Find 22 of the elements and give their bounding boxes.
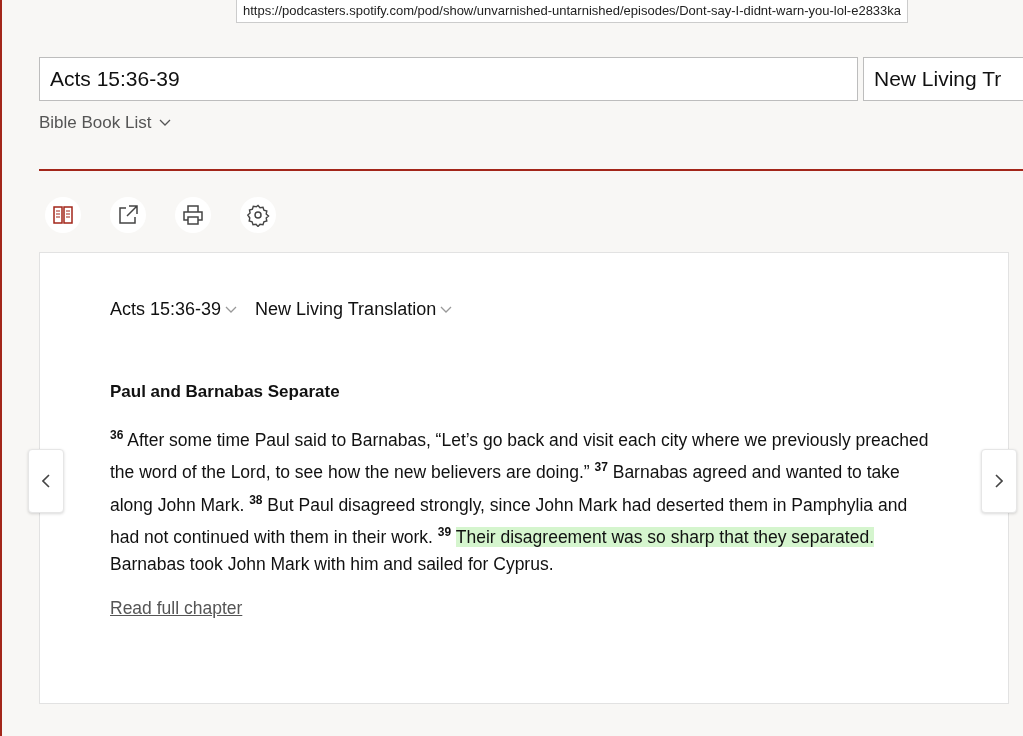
chevron-left-icon	[42, 474, 50, 488]
chevron-down-icon	[159, 119, 172, 127]
book-icon	[53, 206, 73, 224]
passage-heading: Paul and Barnabas Separate	[110, 382, 341, 402]
reference-dropdown[interactable]: Acts 15:36-39	[110, 299, 238, 320]
toolbar-button[interactable]	[110, 197, 146, 233]
print-icon	[183, 205, 203, 225]
settings-icon	[246, 204, 270, 227]
toolbar-button[interactable]	[240, 197, 276, 233]
passage-search-field[interactable]: Acts 15:36-39	[39, 57, 858, 101]
passage-text: $^{36}$ After some time Paul said to Barnabas, “Let’s go back and visit each city where we previously preached the word of the Lord, to see how the new believers are doing.” $^{37}$ Barnabas agreed and wanted to take along John Mark. $^{38}$ But Paul disagreed strongly, since John Mark had deserted them in Pamphylia and had not continued with them in their work. $^{39}$ Their disagreement was so sharp that they separated. Barnabas took John Mark with him and sailed for Cyprus.	[110, 427, 930, 577]
toolbar-button[interactable]	[175, 197, 211, 233]
share-icon	[119, 205, 138, 224]
version-field[interactable]: New Living Tr	[863, 57, 1023, 101]
url-tooltip: https://podcasters.spotify.com/pod/show/unvarnished-untarnished/episodes/Dont-say-I-didnt-warn-you-lol-e2833ka	[236, 0, 909, 23]
bible-book-list-dropdown[interactable]: Bible Book List	[39, 113, 172, 133]
read-full-chapter-link[interactable]: Read full chapter	[110, 597, 243, 619]
chevron-right-icon	[995, 474, 1003, 488]
toolbar-button[interactable]	[45, 197, 81, 233]
chevron-down-icon	[440, 305, 453, 314]
translation-dropdown[interactable]: New Living Translation	[255, 299, 453, 320]
chevron-down-icon	[225, 305, 238, 314]
